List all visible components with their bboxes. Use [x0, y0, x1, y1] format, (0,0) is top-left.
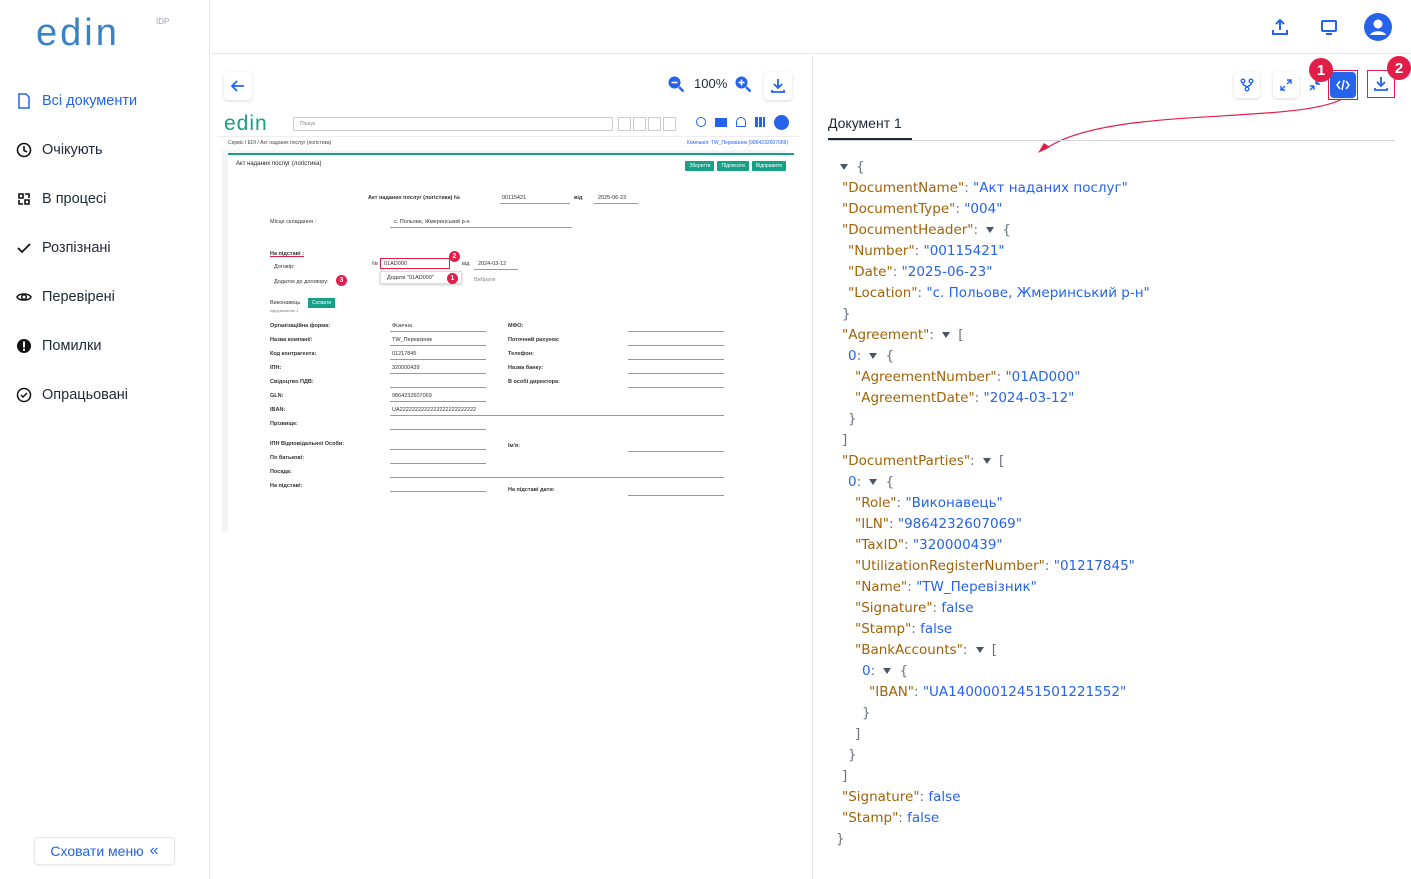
sidebar-item-all-documents[interactable]: Всі документи [0, 76, 210, 125]
preview-header: edin Пошук [218, 110, 800, 137]
preview-field-value: 9864232607069 [392, 393, 432, 399]
check-icon [16, 240, 32, 256]
preview-sheet: Акт наданих послуг (логістика) Зберегти … [228, 153, 794, 532]
preview-action-buttons: Зберегти Підписати Відправити [685, 161, 786, 171]
zoom-in-icon[interactable] [734, 75, 752, 98]
topbar [211, 0, 1411, 54]
preview-field-label: Телефон: [508, 351, 534, 357]
step-badge-1: 1 [1309, 58, 1333, 82]
preview-sheet-title: Акт наданих послуг (логістика) [236, 161, 322, 167]
download-document-button[interactable] [764, 72, 792, 100]
sidebar-item-label: Помилки [42, 337, 102, 354]
sidebar-item-label: Опрацьовані [42, 386, 129, 403]
json-panel: 1 2 Документ 1 { "DocumentName": "Акт на… [814, 55, 1411, 879]
arrow-left-icon [231, 80, 244, 92]
preview-field-label: Назва компанії: [270, 337, 313, 343]
preview-field-label: Посада: [270, 469, 292, 475]
hide-menu-label: Сховати меню [50, 843, 144, 859]
preview-search: Пошук [293, 117, 613, 131]
tab-divider [828, 140, 1395, 141]
preview-field-label: Поточний рахунок: [508, 337, 560, 343]
user-avatar-icon[interactable] [1364, 13, 1392, 41]
preview-body: Акт наданих послуг (логістика) Зберегти … [222, 150, 794, 532]
svg-text:IDP: IDP [156, 17, 169, 26]
eye-icon [16, 289, 32, 305]
sidebar-item-in-process[interactable]: В процесі [0, 174, 210, 223]
sidebar: edin IDP Всі документи Очікують В процес… [0, 0, 210, 879]
preview-field-value: TW_Перевізник [392, 337, 432, 343]
preview-field-label: МФО: [508, 323, 524, 329]
preview-field-label: По батькові: [270, 455, 305, 461]
step-badge-2: 2 [1387, 56, 1411, 80]
upload-icon[interactable] [1266, 13, 1294, 41]
sidebar-item-label: Очікують [42, 141, 103, 158]
preview-toolbar-icons [696, 115, 789, 130]
sidebar-item-pending[interactable]: Очікують [0, 125, 210, 174]
preview-field-label: IBAN: [270, 407, 286, 413]
sidebar-item-verified[interactable]: Перевірені [0, 272, 210, 321]
annotation-arrow [1038, 98, 1343, 153]
download-icon [1374, 77, 1388, 91]
process-icon [16, 191, 32, 207]
preview-field-value: 01217845 [392, 351, 417, 357]
document-icon [16, 92, 32, 109]
preview-field-label: ІПН: [270, 365, 282, 371]
sidebar-item-label: Перевірені [42, 288, 115, 305]
zoom-level: 100% [694, 76, 728, 91]
monitor-icon[interactable] [1315, 13, 1343, 41]
hide-menu-button[interactable]: Сховати меню « [34, 837, 175, 865]
preview-field-label: Назва банку: [508, 365, 544, 371]
sidebar-item-label: В процесі [42, 190, 107, 207]
preview-logo: edin [224, 112, 268, 134]
edin-logo: edin IDP [36, 12, 176, 54]
download-icon [771, 79, 785, 93]
tab-document-1[interactable]: Документ 1 [828, 115, 912, 140]
sidebar-item-errors[interactable]: Помилки [0, 321, 210, 370]
preview-field-label: Прізвище: [270, 421, 298, 427]
preview-field-label: Код контрагента: [270, 351, 317, 357]
svg-text:edin: edin [224, 112, 268, 134]
preview-field-label: На підставі дати: [508, 487, 555, 493]
sidebar-nav: Всі документи Очікують В процесі Розпізн… [0, 76, 210, 419]
check-circle-icon [16, 387, 32, 403]
preview-field-label: ІПН Відповідальної Особи: [270, 441, 345, 447]
preview-field-label: Ім'я: [508, 443, 520, 449]
svg-text:edin: edin [36, 12, 120, 54]
sidebar-item-label: Всі документи [42, 92, 138, 109]
preview-field-label: На підставі: [270, 483, 303, 489]
json-tree: { "DocumentName": "Акт наданих послуг" "… [836, 159, 1150, 847]
sidebar-item-recognized[interactable]: Розпізнані [0, 223, 210, 272]
preview-field-value: Фізична [392, 323, 412, 329]
back-button[interactable] [224, 72, 252, 100]
document-preview: edin Пошук Сервіс / EDI / Акт наданих по… [218, 110, 800, 532]
preview-search-tools [618, 117, 676, 131]
zoom-out-icon[interactable] [667, 75, 685, 98]
preview-field-value: UA2222222222222222222222222 [392, 407, 477, 413]
preview-field-value: 320000439 [392, 365, 420, 371]
preview-field-label: GLN: [270, 393, 284, 399]
preview-field-label: В особі директора: [508, 379, 560, 385]
sidebar-item-processed[interactable]: Опрацьовані [0, 370, 210, 419]
preview-field-label: Організаційна форма: [270, 323, 331, 329]
code-icon [1336, 79, 1350, 91]
clock-icon [16, 142, 32, 158]
preview-breadcrumb: Сервіс / EDI / Акт наданих послуг (логіс… [228, 140, 332, 146]
double-chevron-left-icon: « [149, 842, 159, 859]
preview-contract-input: 01AD000 [380, 258, 450, 269]
sidebar-item-label: Розпізнані [42, 239, 111, 256]
preview-company: Компанія: TW_Перевізник (9864232607069) [686, 140, 788, 146]
document-viewer: 100% edin Пошук Сервіс / EDI / Акт надан… [211, 55, 813, 879]
preview-field-label: Свідоцтво ПДВ: [270, 379, 314, 385]
error-icon [16, 338, 32, 354]
